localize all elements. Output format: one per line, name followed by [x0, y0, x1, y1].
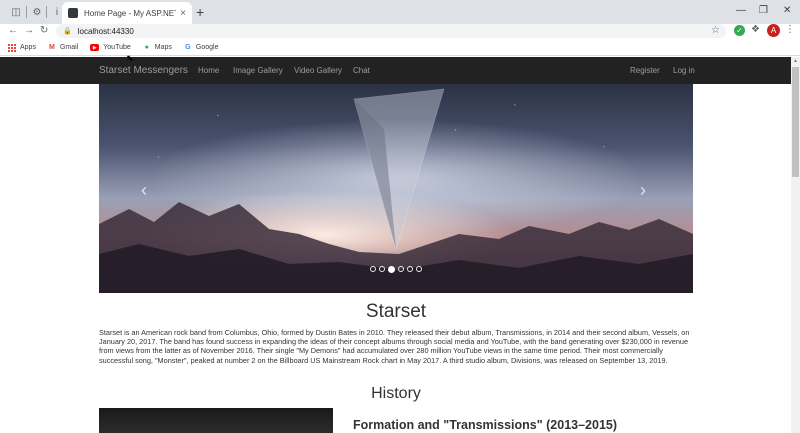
carousel-indicator-active[interactable]: [388, 265, 395, 273]
tab-active[interactable]: Home Page - My ASP.NET Applic ×: [62, 2, 192, 24]
maps-icon: ●: [144, 44, 149, 51]
intro-paragraph: Starset is an American rock band from Co…: [99, 328, 690, 365]
profile-avatar[interactable]: A: [767, 24, 780, 37]
bookmark-star-icon[interactable]: ☆: [711, 25, 720, 36]
apps-grid-icon: [8, 43, 16, 52]
carousel-indicators: [99, 265, 693, 273]
carousel-indicator[interactable]: [416, 266, 422, 272]
extension-check-icon[interactable]: ✓: [734, 25, 745, 36]
bookmark-label: Gmail: [59, 44, 79, 51]
scroll-up-icon[interactable]: ▲: [793, 58, 798, 64]
section-heading: Formation and "Transmissions" (2013–2015…: [353, 418, 618, 432]
tab-title: Home Page - My ASP.NET Applic: [84, 8, 177, 18]
browser-tabstrip: ◫ ⚙ i Home Page - My ASP.NET Applic × + …: [0, 0, 800, 24]
bookmark-google[interactable]: G Google: [184, 44, 219, 52]
bookmark-label: Maps: [154, 44, 172, 51]
bookmark-label: Google: [195, 44, 219, 51]
bookmarks-bar: Apps M Gmail ▶ YouTube ● Maps G Google: [0, 40, 800, 56]
tab-separator: [26, 6, 27, 18]
nav-video-gallery[interactable]: Video Gallery: [294, 66, 342, 75]
page-title: Starset: [365, 301, 427, 322]
tab-close-icon[interactable]: ×: [180, 8, 186, 19]
page-scrollbar[interactable]: ▲: [791, 57, 800, 433]
forward-icon[interactable]: →: [24, 24, 34, 38]
gmail-icon: M: [49, 44, 55, 51]
bookmark-label: Apps: [20, 44, 36, 51]
history-heading: History: [371, 385, 421, 402]
minimize-icon[interactable]: —: [736, 5, 746, 16]
nav-home[interactable]: Home: [198, 66, 219, 75]
nav-register[interactable]: Register: [630, 66, 660, 75]
carousel-indicator[interactable]: [370, 266, 376, 272]
reload-icon[interactable]: ↻: [40, 24, 48, 38]
restore-icon[interactable]: ❐: [759, 5, 768, 16]
carousel-indicator[interactable]: [407, 266, 413, 272]
browser-menu-icon[interactable]: ⋮: [785, 24, 795, 35]
history-image: [99, 408, 333, 433]
tab-favicon-icon: [68, 8, 78, 18]
back-icon[interactable]: ←: [8, 24, 18, 38]
address-bar[interactable]: 🔒 localhost:44330 ☆: [56, 24, 726, 38]
carousel-next-icon[interactable]: ›: [640, 180, 646, 201]
site-navbar: Starset Messengers Home Image Gallery Vi…: [0, 57, 800, 84]
carousel-artwork: [99, 88, 693, 293]
mouse-cursor-icon: ⬉: [126, 53, 134, 63]
nav-chat[interactable]: Chat: [353, 66, 370, 75]
url-text[interactable]: localhost:44330: [78, 27, 134, 36]
pinned-tab-globe-icon[interactable]: ⚙: [29, 5, 45, 19]
carousel-indicator[interactable]: [379, 266, 385, 272]
extensions-puzzle-icon[interactable]: ❖: [751, 24, 760, 35]
youtube-icon: ▶: [90, 44, 100, 51]
nav-image-gallery[interactable]: Image Gallery: [233, 66, 283, 75]
carousel-prev-icon[interactable]: ‹: [141, 180, 147, 201]
bookmark-maps[interactable]: ● Maps: [143, 44, 172, 52]
brand-link[interactable]: Starset Messengers: [99, 65, 188, 76]
bookmark-gmail[interactable]: M Gmail: [48, 44, 78, 52]
bookmark-apps[interactable]: Apps: [8, 43, 36, 52]
scroll-thumb[interactable]: [792, 67, 799, 177]
nav-login[interactable]: Log in: [673, 66, 695, 75]
sidebar-tab-icon[interactable]: ◫: [8, 5, 24, 19]
carousel-indicator[interactable]: [398, 266, 404, 272]
close-window-icon[interactable]: ✕: [783, 5, 791, 16]
browser-toolbar: ← → ↻ 🔒 localhost:44330 ☆ ✓ ❖ A ⋮: [0, 24, 800, 40]
bookmark-label: YouTube: [103, 44, 131, 51]
bookmark-youtube[interactable]: ▶ YouTube: [90, 44, 131, 51]
tab-separator: [46, 6, 47, 18]
new-tab-button[interactable]: +: [196, 4, 204, 20]
google-icon: G: [185, 44, 191, 51]
hero-carousel[interactable]: ‹ ›: [99, 84, 693, 293]
lock-icon[interactable]: 🔒: [63, 27, 72, 35]
